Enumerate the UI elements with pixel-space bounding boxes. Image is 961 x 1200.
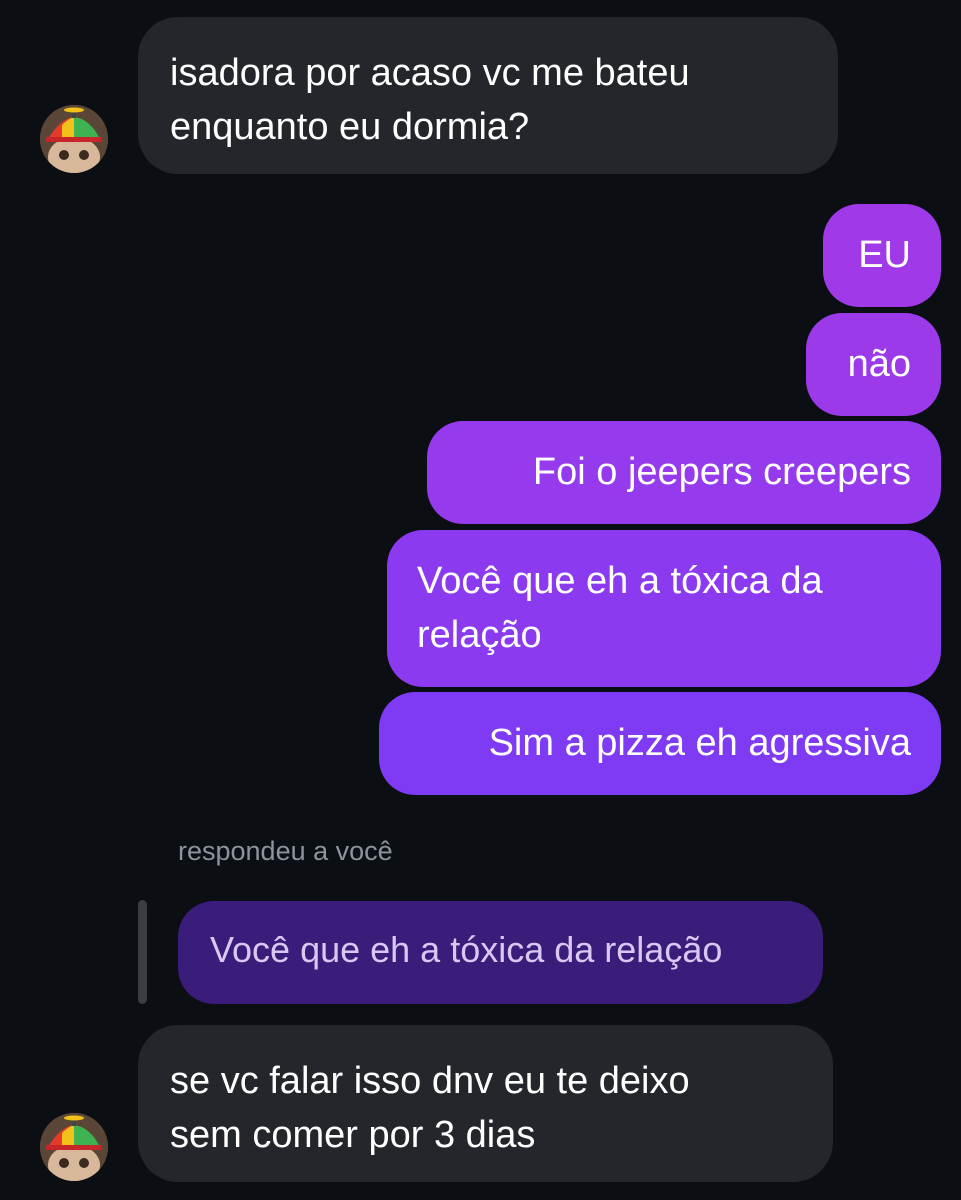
avatar-with-propeller-cap-icon: [40, 105, 108, 173]
quoted-message[interactable]: Você que eh a tóxica da relação: [178, 901, 823, 1004]
reply-indicator-bar: [138, 900, 147, 1004]
reply-context-label: respondeu a você: [178, 836, 393, 866]
outgoing-message[interactable]: Sim a pizza eh agressiva: [379, 692, 941, 795]
incoming-message[interactable]: se vc falar isso dnv eu te deixo sem com…: [138, 1025, 833, 1182]
outgoing-message[interactable]: Você que eh a tóxica da relação: [387, 530, 941, 687]
avatar-with-propeller-cap-icon: [40, 1113, 108, 1181]
contact-avatar[interactable]: [40, 1113, 108, 1181]
incoming-message[interactable]: isadora por acaso vc me bateu enquanto e…: [138, 17, 838, 174]
contact-avatar[interactable]: [40, 105, 108, 173]
outgoing-message[interactable]: EU: [823, 204, 941, 307]
outgoing-message[interactable]: não: [806, 313, 941, 416]
outgoing-message[interactable]: Foi o jeepers creepers: [427, 421, 941, 524]
